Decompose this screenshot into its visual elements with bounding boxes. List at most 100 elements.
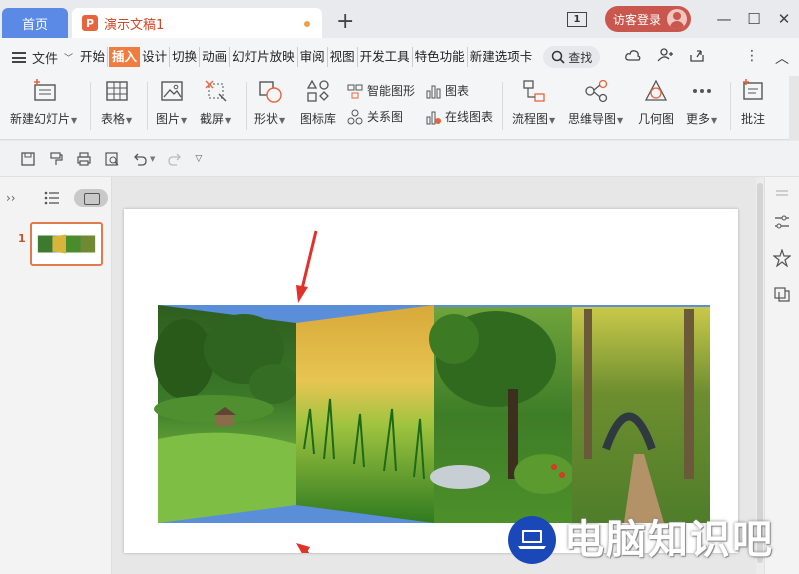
relation-chart-button[interactable]: 关系图 (347, 108, 403, 125)
icon-library-button[interactable]: 图标库 (300, 78, 336, 127)
relation-chart-label: 关系图 (367, 110, 404, 124)
menu-bar: 文件 ﹀ 开始 插入 设计 切换 动画 幻灯片放映 审阅 视图 开发工具 特色功… (0, 38, 799, 76)
ribbon-separator (90, 82, 91, 130)
photo-panel-forest-path (572, 307, 710, 523)
geometry-label: 几何图 (638, 112, 675, 126)
bar-chart-icon (426, 85, 441, 98)
menu-item-animation[interactable]: 动画 (201, 47, 231, 67)
menu-item-home[interactable]: 开始 (79, 47, 109, 67)
print-icon[interactable] (76, 151, 92, 167)
title-tab-bar: 首页 P 演示文稿1 + 1 访客登录 — ☐ ✕ (0, 0, 799, 38)
menu-item-new-tab[interactable]: 新建选项卡 (469, 47, 535, 67)
online-chart-button[interactable]: 在线图表 (425, 108, 493, 125)
flowchart-button[interactable]: 流程图▼ (512, 78, 555, 127)
geometry-button[interactable]: 几何图 (638, 78, 674, 127)
slide-canvas[interactable] (112, 177, 756, 574)
mind-map-label: 思维导图 (568, 112, 617, 126)
expand-panel-icon[interactable]: ›› (6, 191, 16, 205)
ribbon-scroll-handle[interactable] (789, 76, 799, 140)
maximize-button[interactable]: ☐ (739, 10, 769, 28)
slide-thumbnail-image (35, 227, 98, 261)
share-user-icon[interactable] (657, 48, 673, 62)
layers-icon[interactable] (773, 285, 791, 303)
slide-number: 1 (18, 232, 26, 245)
visitor-login-button[interactable]: 访客登录 (604, 6, 691, 32)
canvas-scrollbar[interactable] (756, 177, 764, 574)
window-count-badge[interactable]: 1 (566, 11, 587, 27)
slide-content (154, 230, 710, 572)
adjust-settings-icon[interactable] (773, 213, 791, 231)
arrow-pointing-down-icon (296, 230, 318, 303)
search-button[interactable]: 查找 (543, 46, 601, 68)
print-preview-icon[interactable] (104, 151, 120, 167)
customize-toolbar-icon[interactable]: ▽ (195, 154, 202, 164)
new-slide-button[interactable]: 新建幻灯片▼ (10, 78, 77, 127)
insert-ribbon: 新建幻灯片▼ 表格▼ 图片▼ 截屏▼ 形状▼ 图标库 智能图形 关系图 图表 在… (0, 76, 799, 140)
drag-handle-icon[interactable] (773, 185, 791, 203)
minimize-button[interactable]: — (709, 10, 739, 28)
outline-view-icon[interactable] (44, 191, 60, 205)
table-button[interactable]: 表格▼ (101, 78, 132, 127)
caret-down-icon: ▼ (549, 116, 556, 125)
menu-item-review[interactable]: 审阅 (299, 47, 328, 67)
picture-button[interactable]: 图片▼ (156, 78, 187, 127)
menu-item-slideshow[interactable]: 幻灯片放映 (231, 47, 298, 67)
ribbon-separator (502, 82, 503, 130)
tab-home-label: 首页 (21, 17, 48, 33)
format-painter-icon[interactable] (48, 151, 64, 167)
scrollbar-thumb[interactable] (757, 183, 763, 563)
tab-document-label: 演示文稿1 (104, 17, 165, 33)
caret-down-icon: ▼ (225, 116, 232, 125)
menu-item-design[interactable]: 设计 (141, 47, 171, 67)
tab-home[interactable]: 首页 (2, 8, 68, 38)
menu-item-developer[interactable]: 开发工具 (359, 47, 413, 67)
comment-label: 批注 (740, 112, 765, 126)
slide[interactable] (124, 209, 738, 572)
menu-item-transition[interactable]: 切换 (171, 47, 201, 67)
star-icon[interactable] (773, 249, 791, 267)
mind-map-button[interactable]: 思维导图▼ (568, 78, 623, 127)
menu-item-features[interactable]: 特色功能 (414, 47, 468, 67)
tab-document[interactable]: P 演示文稿1 (72, 8, 322, 38)
close-button[interactable]: ✕ (769, 10, 799, 28)
save-icon[interactable] (20, 151, 36, 167)
undo-dropdown-icon[interactable]: ▼ (150, 155, 155, 163)
slide-view-toggle[interactable] (74, 189, 108, 207)
menu-item-insert[interactable]: 插入 (109, 47, 141, 67)
file-menu[interactable]: 文件 ﹀ (12, 48, 73, 67)
right-sidebar (764, 177, 799, 574)
chart-label: 图表 (445, 84, 470, 98)
screenshot-label: 截屏 (200, 112, 225, 126)
collapse-ribbon-icon[interactable]: ︿ (775, 48, 789, 68)
quick-access-toolbar: ▼ ▽ (0, 141, 799, 177)
new-tab-button[interactable]: + (336, 9, 354, 35)
caret-down-icon: ▼ (126, 116, 133, 125)
unsaved-dot-icon (304, 21, 310, 27)
undo-icon[interactable] (132, 151, 148, 167)
table-icon (105, 81, 128, 101)
photo-panel-grass (296, 305, 434, 523)
chevron-down-icon: ﹀ (64, 53, 74, 64)
screenshot-button[interactable]: 截屏▼ (200, 78, 231, 127)
smart-graphic-label: 智能图形 (367, 84, 416, 98)
ribbon-separator (730, 82, 731, 130)
menu-item-view[interactable]: 视图 (329, 47, 358, 67)
online-chart-label: 在线图表 (445, 110, 494, 124)
scissors-screenshot-icon (205, 80, 227, 102)
shape-icon (258, 81, 282, 103)
export-icon[interactable] (689, 48, 705, 62)
smart-graphic-icon (347, 84, 363, 98)
chart-button[interactable]: 图表 (425, 82, 469, 99)
more-button[interactable]: 更多▼ (686, 78, 717, 127)
redo-icon[interactable] (167, 151, 183, 167)
smart-graphic-button[interactable]: 智能图形 (347, 82, 415, 99)
table-label: 表格 (101, 112, 126, 126)
comment-button[interactable]: 批注 (740, 78, 766, 127)
hamburger-icon (12, 51, 26, 63)
new-slide-icon (33, 79, 56, 101)
more-vertical-icon[interactable]: ⋮ (745, 48, 759, 68)
slide-thumbnail[interactable] (30, 222, 103, 266)
slides-panel: ›› 1 (0, 177, 112, 574)
cloud-icon[interactable] (625, 48, 641, 62)
shape-button[interactable]: 形状▼ (254, 78, 285, 127)
